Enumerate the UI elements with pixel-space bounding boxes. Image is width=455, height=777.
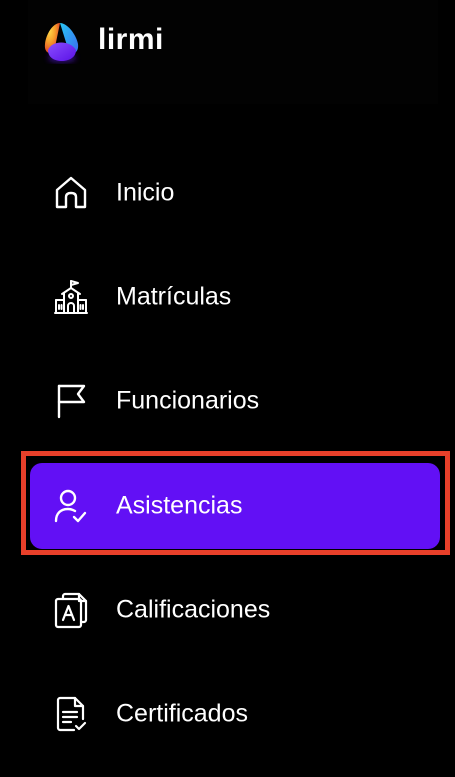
sidebar-item-label: Asistencias bbox=[116, 491, 243, 520]
sidebar-item-label: Calificaciones bbox=[116, 595, 271, 624]
sidebar-item-inicio[interactable]: Inicio bbox=[30, 150, 440, 236]
user-check-icon bbox=[52, 487, 90, 525]
app-root: lirmi Inicio Matrículas Funcionarios Asi… bbox=[0, 0, 455, 777]
brand-logo[interactable]: lirmi bbox=[40, 0, 164, 84]
certificate-document-icon bbox=[52, 695, 90, 733]
brand-name: lirmi bbox=[98, 23, 164, 56]
home-icon bbox=[52, 174, 90, 212]
sidebar-item-label: Inicio bbox=[116, 178, 175, 207]
lirmi-logo-icon bbox=[44, 23, 79, 62]
sidebar-item-matriculas[interactable]: Matrículas bbox=[30, 254, 440, 340]
sidebar-item-certificados[interactable]: Certificados bbox=[30, 671, 440, 757]
sidebar-item-asistencias[interactable]: Asistencias bbox=[30, 463, 440, 549]
sidebar-item-label: Funcionarios bbox=[116, 386, 260, 415]
sidebar-item-label: Matrículas bbox=[116, 282, 232, 311]
sidebar-item-label: Certificados bbox=[116, 699, 248, 728]
grade-document-icon bbox=[52, 591, 90, 629]
sidebar-item-calificaciones[interactable]: Calificaciones bbox=[30, 567, 440, 653]
flag-icon bbox=[52, 382, 90, 420]
school-building-icon bbox=[52, 278, 90, 316]
sidebar-item-funcionarios[interactable]: Funcionarios bbox=[30, 358, 440, 444]
